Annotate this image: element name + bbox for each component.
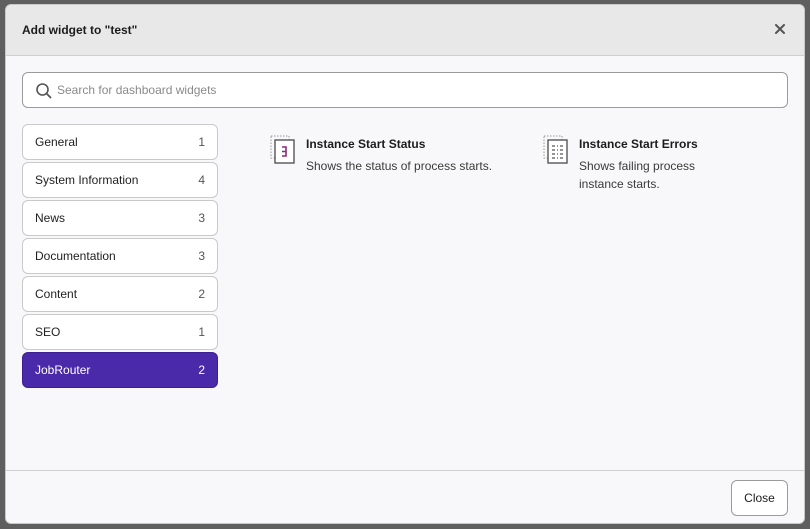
- category-label: News: [35, 211, 66, 225]
- category-count: 3: [198, 249, 205, 263]
- widget-title: Instance Start Errors: [579, 137, 698, 151]
- category-count: 2: [198, 287, 205, 301]
- category-label: Documentation: [35, 249, 116, 263]
- category-label: System Information: [35, 173, 139, 187]
- category-list: General 1 System Information 4 News 3 Do…: [22, 124, 218, 390]
- close-icon[interactable]: [770, 19, 790, 39]
- category-label: Content: [35, 287, 78, 301]
- widget-description: Shows the status of process starts.: [306, 159, 493, 173]
- modal-title: Add widget to "test": [22, 23, 138, 37]
- widget-description: Shows failing process instance starts.: [579, 159, 696, 191]
- widget-title: Instance Start Status: [306, 137, 426, 151]
- modal-header: Add widget to "test": [6, 5, 804, 56]
- category-count: 1: [198, 325, 205, 339]
- category-content[interactable]: Content 2: [22, 276, 218, 312]
- status-widget-icon: [270, 135, 295, 164]
- close-button[interactable]: Close: [731, 480, 788, 516]
- category-general[interactable]: General 1: [22, 124, 218, 160]
- category-count: 1: [198, 135, 205, 149]
- category-label: SEO: [35, 325, 61, 339]
- category-count: 3: [198, 211, 205, 225]
- category-label: General: [35, 135, 78, 149]
- add-widget-modal: Add widget to "test" General 1 System In…: [5, 4, 805, 524]
- category-jobrouter[interactable]: JobRouter 2: [22, 352, 218, 388]
- search-box: [22, 72, 788, 108]
- category-count: 4: [198, 173, 205, 187]
- category-label: JobRouter: [35, 363, 91, 377]
- category-seo[interactable]: SEO 1: [22, 314, 218, 350]
- category-documentation[interactable]: Documentation 3: [22, 238, 218, 274]
- search-input[interactable]: [57, 74, 777, 106]
- category-system-information[interactable]: System Information 4: [22, 162, 218, 198]
- errors-widget-icon: [543, 135, 568, 164]
- search-icon: [36, 83, 52, 99]
- modal-footer: Close: [6, 470, 804, 523]
- category-news[interactable]: News 3: [22, 200, 218, 236]
- category-count: 2: [198, 363, 205, 377]
